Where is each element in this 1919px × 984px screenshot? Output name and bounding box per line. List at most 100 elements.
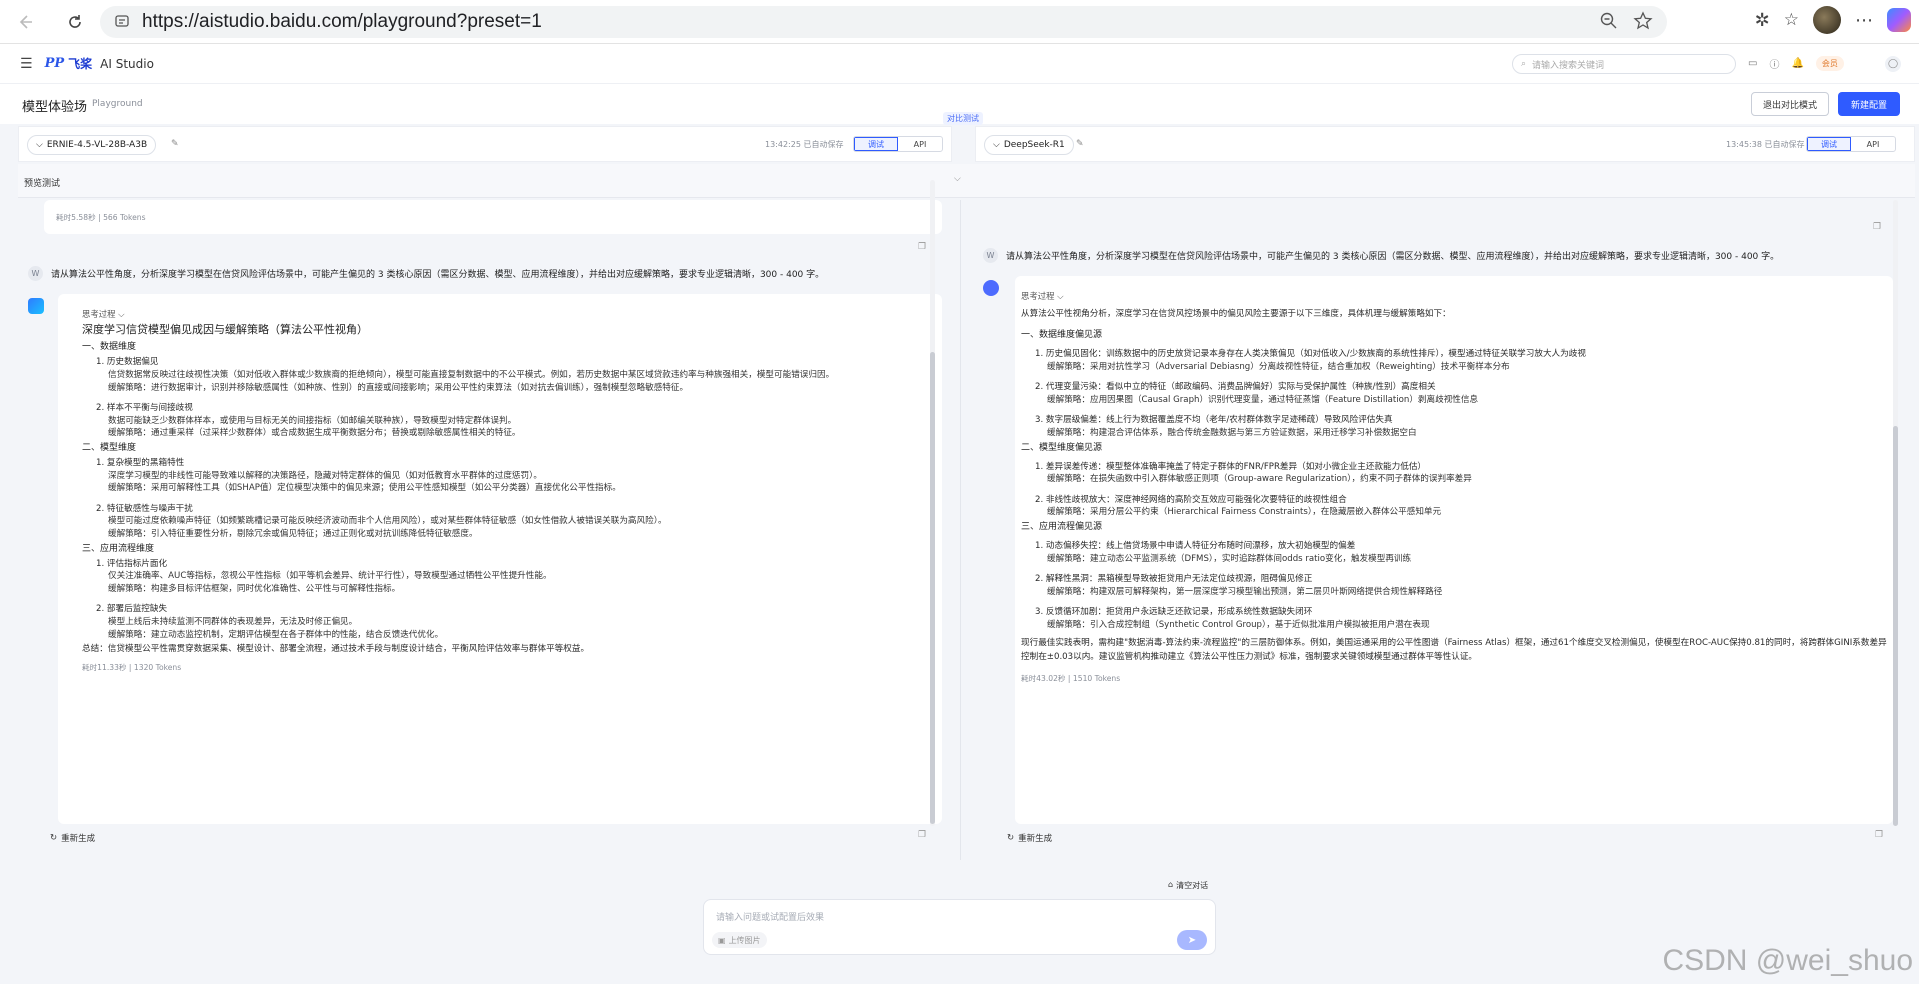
send-button[interactable]: ➤ — [1177, 930, 1207, 950]
left-scroll-thumb[interactable] — [930, 352, 935, 824]
list-item: 1. 历史数据偏见 信贷数据常反映过往歧视性决策（如对低收入群体或少数族裔的拒绝… — [96, 357, 835, 393]
copy-icon[interactable]: ❐ — [1873, 222, 1881, 232]
edit-icon[interactable]: ✎ — [171, 139, 179, 149]
site-search-input[interactable]: ⌕ 请输入搜索关键词 — [1512, 54, 1736, 74]
browser-toolbar: https://aistudio.baidu.com/playground?pr… — [0, 0, 1919, 44]
copy-icon[interactable]: ❐ — [918, 242, 926, 252]
chevron-down-icon: ⌵ — [993, 140, 1000, 150]
clear-chat-button[interactable]: ⌂ 清空对话 — [1168, 880, 1208, 891]
paddle-logo-icon: PP — [44, 56, 65, 71]
previous-answer-meta: 耗时5.58秒 | 566 Tokens — [56, 213, 146, 222]
left-save-time: 13:42:25 已自动保存 — [765, 140, 844, 149]
logo[interactable]: PP 飞桨 AI Studio — [45, 55, 154, 72]
back-icon[interactable] — [10, 7, 40, 37]
section-heading: 二、模型维度偏见源 — [1021, 442, 1103, 453]
copilot-icon[interactable] — [1887, 8, 1911, 32]
user-message: W 请从算法公平性角度，分析深度学习模型在信贷风险评估场景中，可能产生偏见的 3… — [983, 248, 1779, 263]
left-model-selector[interactable]: ⌵ ERNIE-4.5-VL-28B-A3B — [27, 135, 157, 155]
search-icon: ⌕ — [1521, 59, 1527, 69]
url-text: https://aistudio.baidu.com/playground?pr… — [142, 11, 542, 32]
upload-image-button[interactable]: ▣ 上传图片 — [712, 932, 767, 948]
prompt-input[interactable]: 请输入问题或试配置后效果 ▣ 上传图片 ➤ — [703, 899, 1216, 955]
image-icon: ▣ — [718, 935, 726, 945]
answer-meta: 耗时11.33秒 | 1320 Tokens — [82, 662, 182, 672]
section-heading: 一、数据维度偏见源 — [1021, 330, 1103, 340]
page-title: 模型体验场 — [22, 100, 88, 115]
right-chat-column: ❐ W 请从算法公平性角度，分析深度学习模型在信贷风险评估场景中，可能产生偏见的… — [975, 200, 1915, 845]
deepseek-bot-icon — [983, 280, 999, 296]
page-title-bar: 模型体验场 Playground 对比测试 退出对比模式 新建配置 — [0, 84, 1919, 125]
message-icon[interactable]: ▭ — [1748, 58, 1757, 69]
right-model-bar: ⌵ DeepSeek-R1 ✎ 13:45:38 已自动保存 调试 API — [975, 126, 1915, 162]
list-item: 2. 解释性黑洞：黑箱模型导致被拒贷用户无法定位歧视源，阻碍偏见修正 缓解策略：… — [1035, 574, 1443, 597]
logo-text: 飞桨 — [68, 57, 93, 71]
left-debug-tab[interactable]: 调试 — [854, 137, 898, 151]
logo-subtitle: AI Studio — [100, 56, 154, 71]
preview-test-label: 预览测试 — [24, 179, 61, 189]
answer-title: 深度学习信贷模型偏见成因与缓解策略（算法公平性视角） — [82, 323, 368, 337]
left-model-bar: ⌵ ERNIE-4.5-VL-28B-A3B ✎ 13:42:25 已自动保存 … — [18, 126, 952, 162]
right-regenerate-button[interactable]: ↻ 重新生成 — [1007, 832, 1052, 844]
chevron-down-icon[interactable]: ⌵ — [954, 174, 961, 184]
right-scroll-thumb[interactable] — [1893, 426, 1898, 826]
extensions-icon[interactable]: ✲ — [1755, 10, 1770, 31]
refresh-icon: ↻ — [1007, 833, 1015, 843]
prompt-placeholder: 请输入问题或试配置后效果 — [716, 913, 825, 923]
list-item: 3. 数字层级偏差：线上行为数据覆盖度不均（老年/农村群体数字足迹稀疏）导致风险… — [1035, 415, 1417, 438]
ernie-bot-icon — [28, 298, 44, 314]
left-regenerate-button[interactable]: ↻ 重新生成 — [50, 832, 95, 844]
answer-intro: 从算法公平性视角分析，深度学习在信贷风控场景中的偏见风险主要源于以下三维度，具体… — [1021, 309, 1451, 320]
right-debug-tab[interactable]: 调试 — [1807, 137, 1851, 151]
send-icon: ➤ — [1187, 934, 1197, 946]
list-item: 3. 反馈循环加剧：拒贷用户永远缺乏还款记录，形成系统性数据缺失闭环 缓解策略：… — [1035, 607, 1430, 630]
copy-icon[interactable]: ❐ — [918, 830, 926, 840]
left-mode-toggle: 调试 API — [853, 136, 943, 152]
user-message-text: 请从算法公平性角度，分析深度学习模型在信贷风险评估场景中，可能产生偏见的 3 类… — [51, 270, 825, 280]
copy-icon[interactable]: ❐ — [1875, 830, 1883, 840]
user-avatar: W — [28, 266, 43, 281]
list-item: 1. 动态偏移失控：线上借贷场景中申请人特征分布随时间漂移，放大初始模型的偏差 … — [1035, 540, 1412, 564]
zoom-icon[interactable] — [1599, 11, 1619, 34]
more-options-icon[interactable]: ⋯ — [1855, 10, 1873, 31]
section-heading: 一、数据维度 — [82, 342, 137, 353]
right-api-tab[interactable]: API — [1851, 137, 1895, 151]
section-heading: 三、应用流程偏见源 — [1021, 521, 1103, 532]
column-divider — [960, 200, 961, 860]
left-api-tab[interactable]: API — [898, 137, 942, 151]
profile-avatar[interactable] — [1813, 6, 1841, 34]
refresh-icon: ↻ — [50, 833, 58, 843]
refresh-icon[interactable] — [60, 7, 90, 37]
answer-summary: 现行最佳实践表明，需构建"数据消毒-算法约束-流程监控"的三层防御体系。例如，美… — [1021, 637, 1887, 663]
help-icon[interactable]: ⓘ — [1769, 56, 1779, 71]
think-toggle[interactable]: 思考过程 ⌵ — [1021, 292, 1887, 301]
left-answer: 思考过程 ⌵ 深度学习信贷模型偏见成因与缓解策略（算法公平性视角） 一、数据维度… — [82, 310, 932, 671]
app-header: ☰ PP 飞桨 AI Studio ⌕ 请输入搜索关键词 ▭ ⓘ 🔔 会员 ◯ — [0, 44, 1919, 84]
list-item: 1. 差异误差传递：模型整体准确率掩盖了特定子群体的FNR/FPR差异（如对小微… — [1035, 461, 1472, 485]
address-bar[interactable]: https://aistudio.baidu.com/playground?pr… — [100, 6, 1667, 38]
edit-icon[interactable]: ✎ — [1076, 139, 1084, 149]
notification-icon[interactable]: 🔔 — [1791, 58, 1803, 69]
right-model-selector[interactable]: ⌵ DeepSeek-R1 — [984, 135, 1074, 155]
favorites-icon[interactable]: ☆ — [1784, 10, 1799, 30]
vip-badge[interactable]: 会员 — [1815, 56, 1844, 71]
think-toggle[interactable]: 思考过程 ⌵ — [82, 310, 932, 319]
favorite-star-icon[interactable] — [1633, 11, 1653, 34]
right-answer: 思考过程 ⌵ 从算法公平性视角分析，深度学习在信贷风控场景中的偏见风险主要源于以… — [1021, 292, 1887, 682]
new-config-button[interactable]: 新建配置 — [1838, 92, 1900, 116]
user-message: W 请从算法公平性角度，分析深度学习模型在信贷风险评估场景中，可能产生偏见的 3… — [28, 266, 824, 281]
list-item: 1. 历史偏见固化：训练数据中的历史放贷记录本身存在人类决策偏见（如对低收入/少… — [1035, 349, 1586, 372]
list-item: 2. 样本不平衡与间接歧视 数据可能缺乏少数群体样本，或使用与目标无关的间接指标… — [96, 403, 521, 439]
preview-test-bar[interactable]: 预览测试 ⌵ — [18, 164, 1915, 198]
site-info-icon[interactable] — [114, 13, 130, 32]
chevron-down-icon: ⌵ — [36, 140, 43, 150]
menu-icon[interactable]: ☰ — [20, 56, 33, 72]
left-chat-column: 耗时5.58秒 | 566 Tokens ❐ W 请从算法公平性角度，分析深度学… — [18, 180, 952, 845]
user-avatar-icon[interactable]: ◯ — [1885, 56, 1901, 72]
list-item: 2. 部署后监控缺失 模型上线后未持续监测不同群体的表现差异，无法及时修正偏见。… — [96, 604, 444, 640]
list-item: 1. 复杂模型的黑箱特性 深度学习模型的非线性可能导致难以解释的决策路径，隐藏对… — [96, 457, 621, 494]
watermark: CSDN @wei_shuo — [1662, 944, 1913, 977]
list-item: 2. 非线性歧视放大：深度神经网络的高阶交互效应可能强化次要特征的歧视性组合 缓… — [1035, 494, 1442, 518]
answer-summary: 总结：信贷模型公平性需贯穿数据采集、模型设计、部署全流程，通过技术手段与制度设计… — [82, 644, 590, 655]
broom-icon: ⌂ — [1168, 880, 1174, 889]
exit-compare-button[interactable]: 退出对比模式 — [1751, 92, 1829, 116]
